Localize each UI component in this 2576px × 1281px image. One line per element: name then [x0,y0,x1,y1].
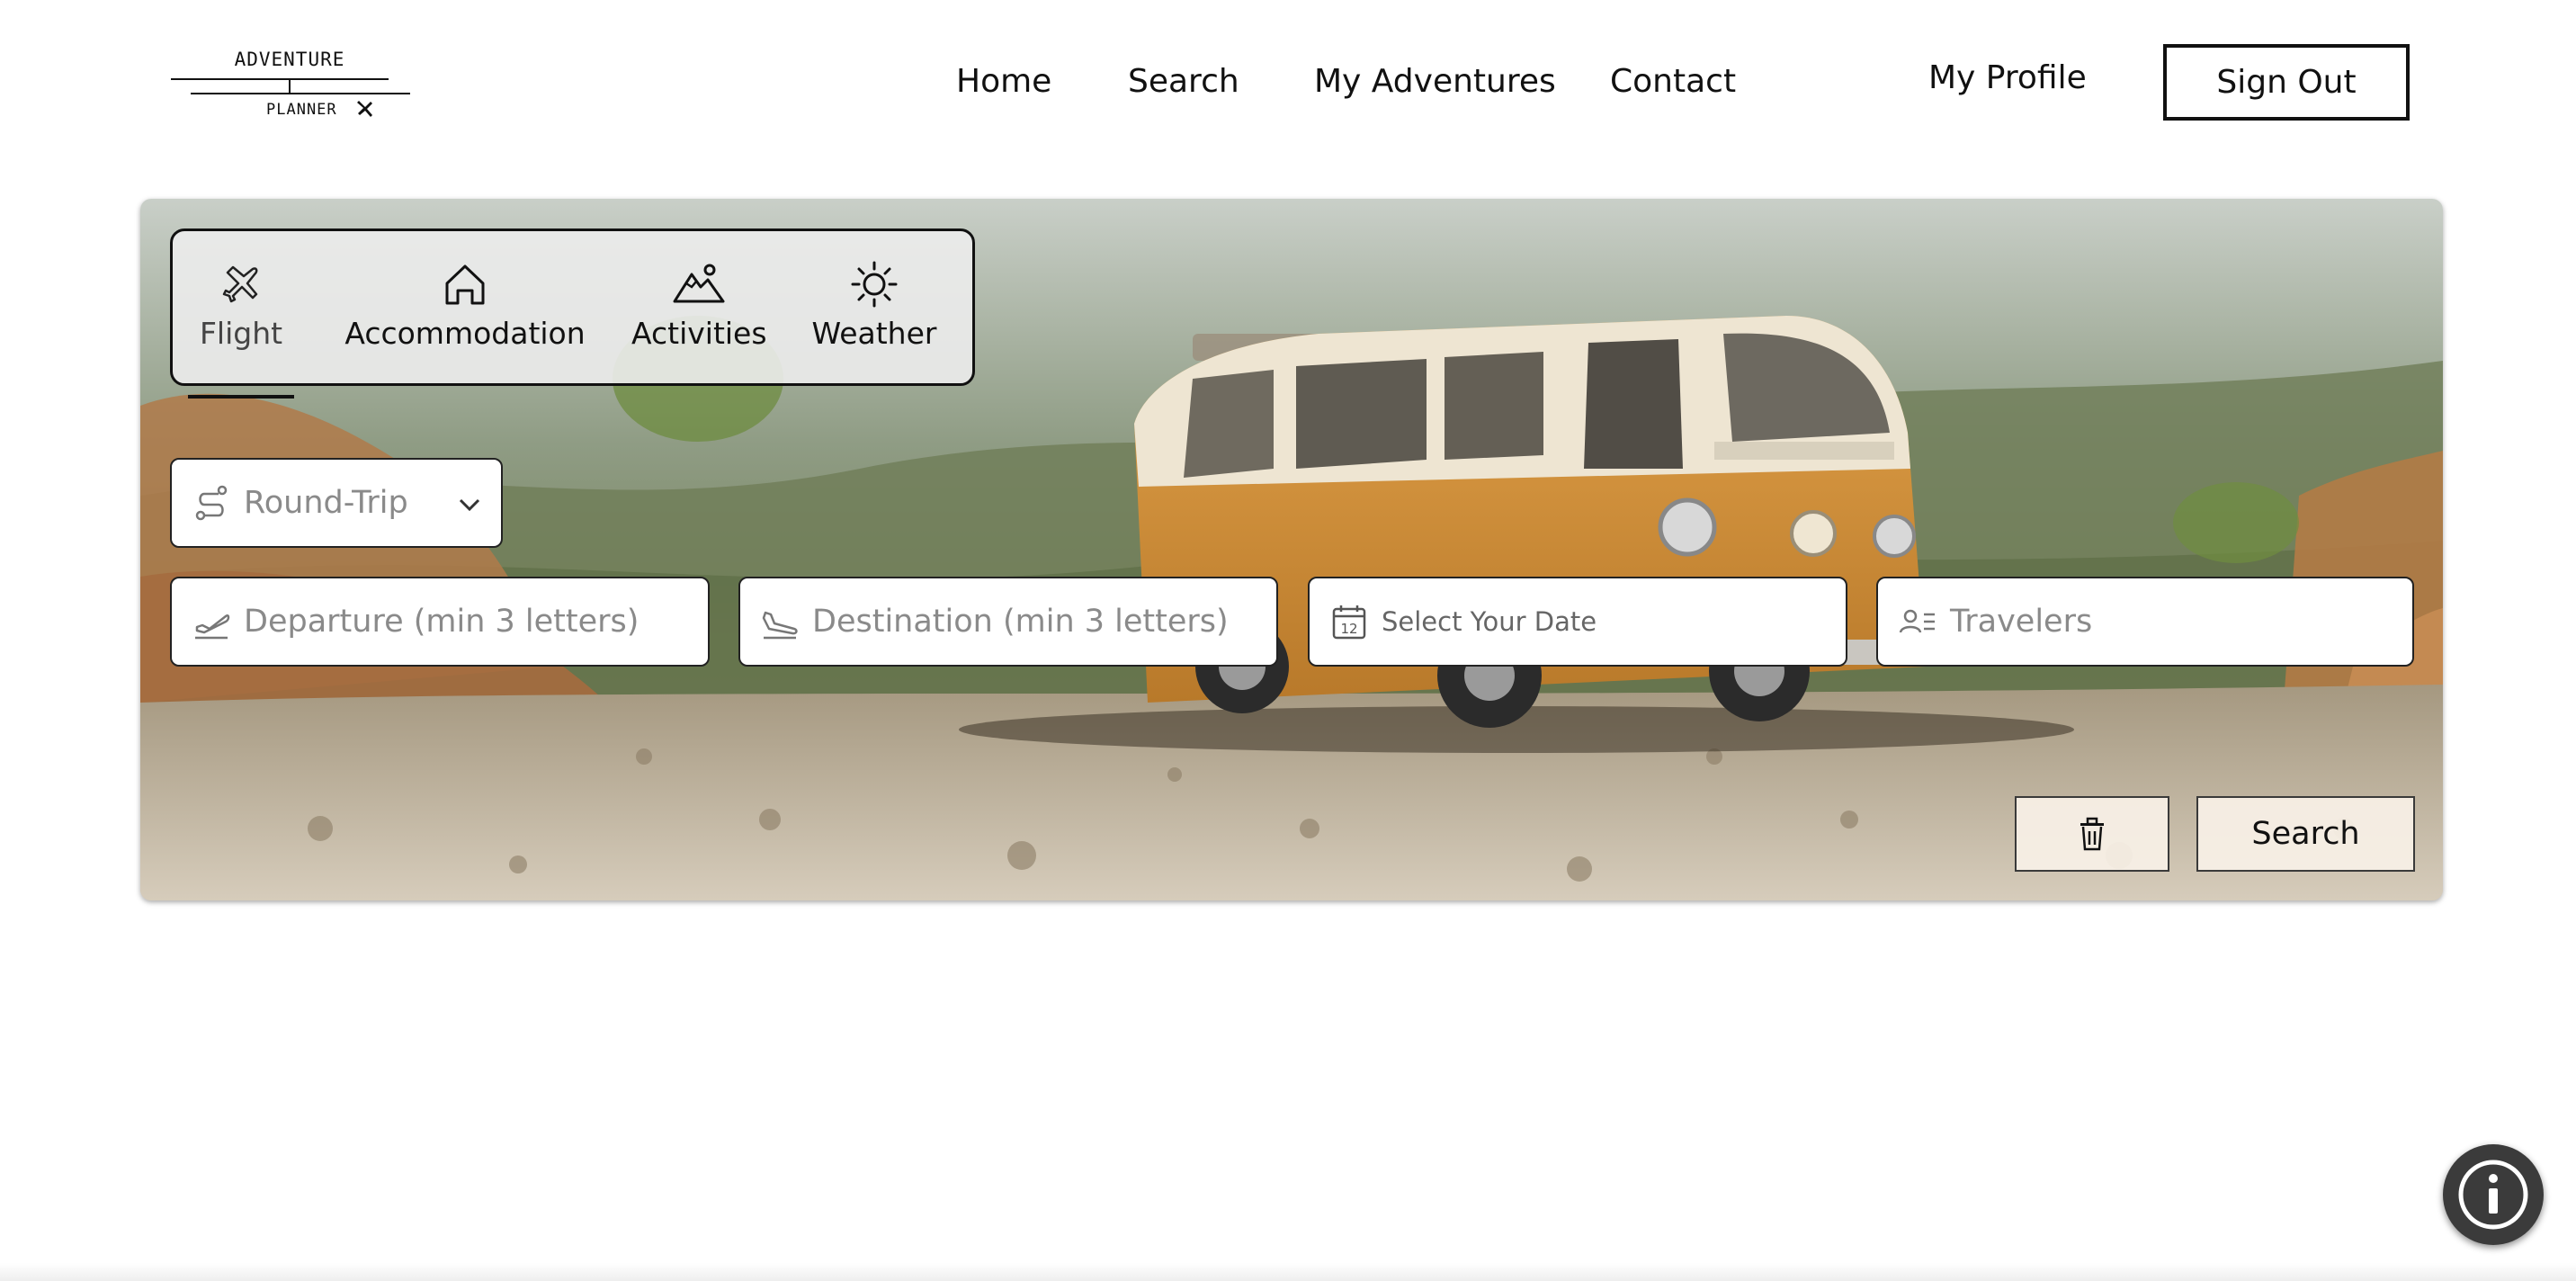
my-profile-link[interactable]: My Profile [1928,59,2087,96]
tab-flight-label: Flight [199,316,283,351]
takeoff-icon [195,614,230,640]
info-icon [2458,1160,2528,1230]
landing-icon [762,611,798,640]
nav-search[interactable]: Search [1128,63,1239,100]
travelers-icon [1899,609,1935,633]
search-panel: Flight Accommodation Activities Weather … [140,199,2443,900]
route-icon [195,485,228,521]
clear-button[interactable] [2015,796,2169,872]
search-category-tabs: Flight Accommodation Activities Weather [170,228,975,399]
airplane-icon [357,101,372,117]
info-button[interactable] [2443,1144,2544,1245]
tab-accommodation-label: Accommodation [344,316,586,351]
active-tab-indicator [188,395,294,399]
nav-home[interactable]: Home [956,63,1051,100]
date-placeholder: Select Your Date [1382,606,1597,637]
logo-subtitle: PLANNER [266,101,337,119]
destination-placeholder: Destination (min 3 letters) [812,604,1229,640]
nav-contact[interactable]: Contact [1610,63,1736,100]
tab-weather[interactable]: Weather [802,260,946,386]
departure-input[interactable]: Departure (min 3 letters) [170,577,710,667]
trip-type-value: Round-Trip [244,485,408,521]
calendar-icon: 12 [1332,605,1366,640]
tab-accommodation[interactable]: Accommodation [330,260,600,386]
tab-flight[interactable]: Flight [188,260,294,399]
destination-input[interactable]: Destination (min 3 letters) [738,577,1278,667]
trip-type-select[interactable]: Round-Trip [170,458,503,548]
house-icon [445,264,485,305]
nav-my-adventures[interactable]: My Adventures [1314,63,1556,100]
calendar-day: 12 [1340,621,1357,637]
tab-activities[interactable]: Activities [631,260,767,386]
chevron-down-icon [459,498,480,512]
sign-out-button[interactable]: Sign Out [2163,44,2410,121]
page-footer-shade [0,1263,2576,1281]
date-picker-input[interactable]: 12 Select Your Date [1308,577,1847,667]
sun-icon [851,261,898,308]
logo[interactable]: ADVENTURE PLANNER [167,43,412,124]
airplane-icon [222,265,258,303]
tab-weather-label: Weather [811,316,937,351]
departure-placeholder: Departure (min 3 letters) [244,604,640,640]
travelers-input[interactable]: Travelers [1876,577,2414,667]
tab-activities-label: Activities [631,316,767,351]
mountain-icon [673,264,725,303]
search-button-label: Search [2251,816,2360,852]
trash-icon [2080,817,2104,851]
search-button[interactable]: Search [2196,796,2415,872]
logo-title: ADVENTURE [234,49,345,70]
travelers-placeholder: Travelers [1950,604,2093,640]
